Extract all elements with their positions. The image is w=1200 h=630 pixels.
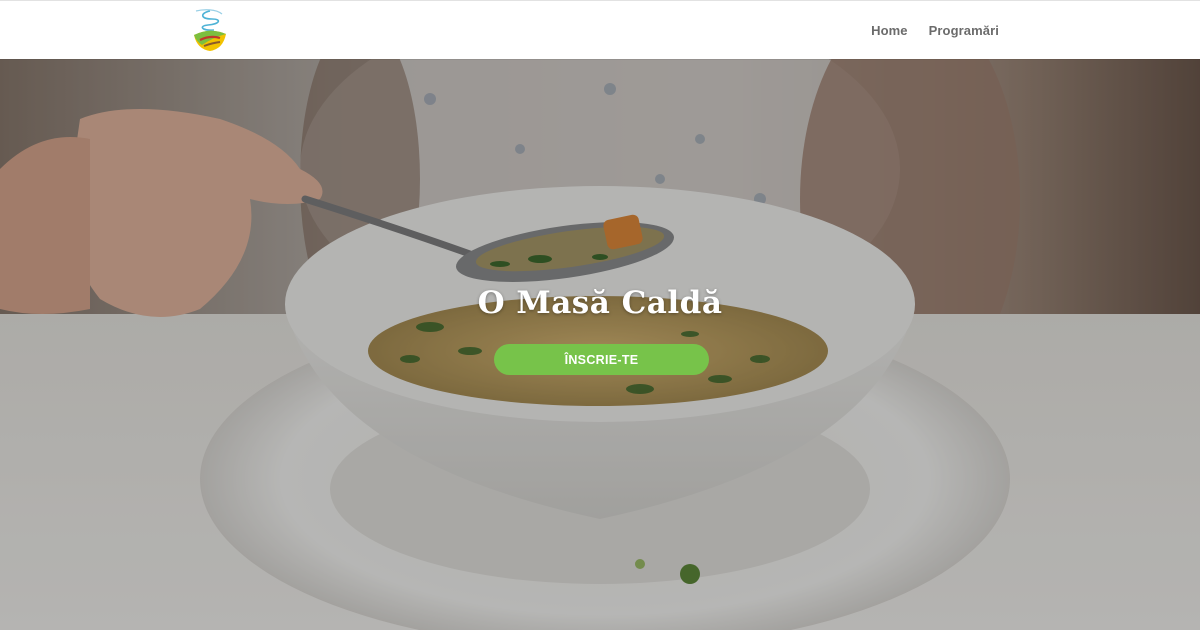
nav-link-programari[interactable]: Programări	[929, 23, 999, 38]
hero-title: O Masă Caldă	[477, 285, 723, 321]
signup-button[interactable]: ÎNSCRIE-TE	[494, 344, 709, 375]
site-header: Home Programări	[0, 0, 1200, 59]
hero-section: O Masă Caldă ÎNSCRIE-TE	[0, 59, 1200, 630]
main-nav: Home Programări	[871, 1, 999, 60]
soup-bowl-logo-icon[interactable]	[190, 7, 230, 53]
nav-link-home[interactable]: Home	[871, 23, 908, 38]
